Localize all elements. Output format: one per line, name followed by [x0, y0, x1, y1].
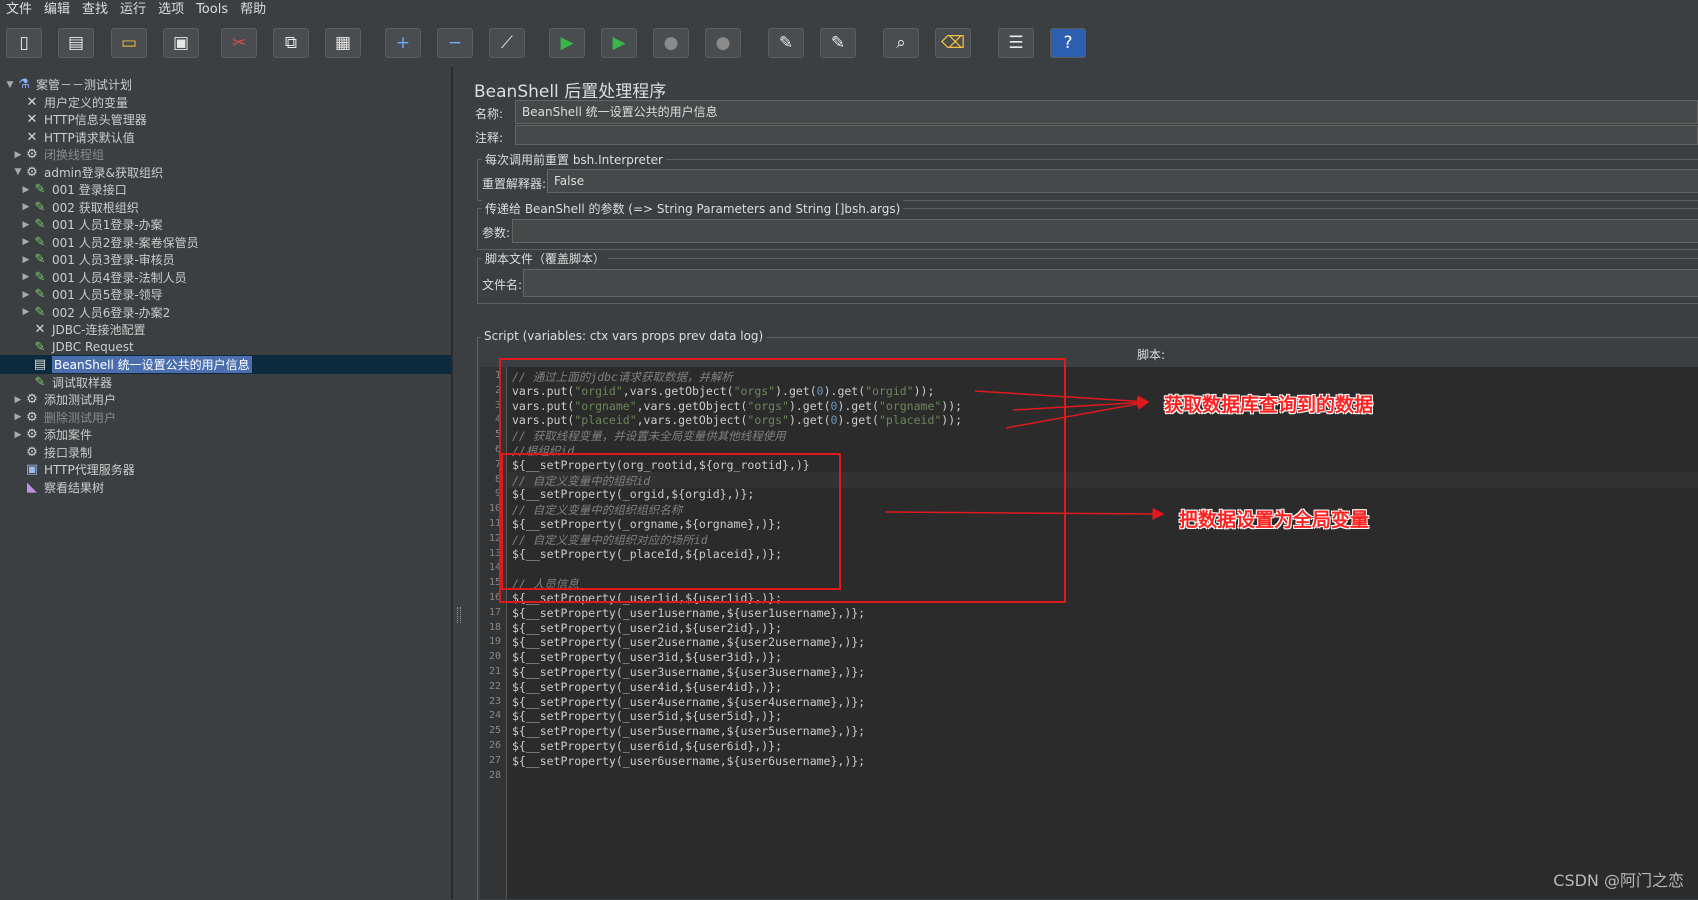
annotation-label-fetch: 获取数据库查询到的数据 — [1164, 394, 1374, 416]
annotation-label-global: 把数据设置为全局变量 — [1179, 509, 1370, 531]
arrow-4 — [884, 507, 1165, 520]
arrow-1 — [974, 390, 1150, 408]
annotation-arrows — [884, 390, 1165, 520]
watermark: CSDN @阿门之恋 — [1553, 871, 1684, 890]
